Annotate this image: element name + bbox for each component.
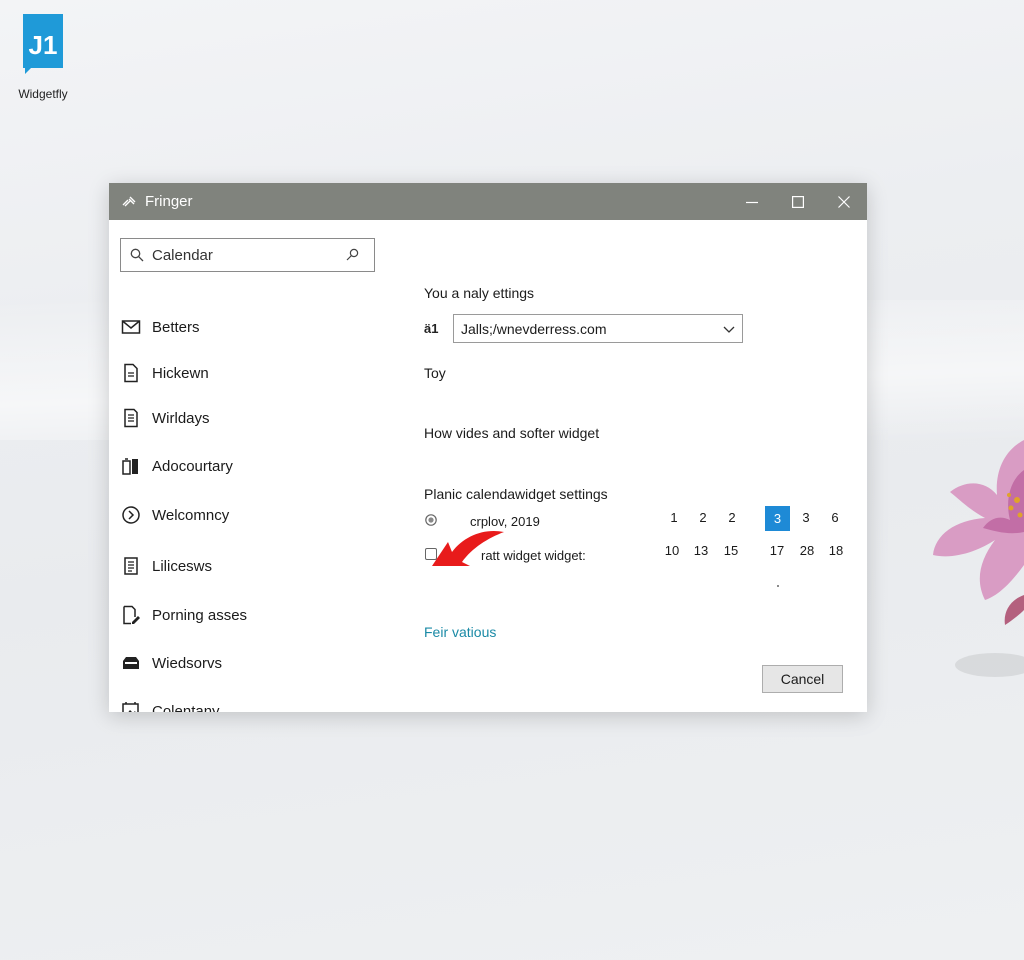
sidebar-item-label: Colentany [152,702,220,713]
close-button[interactable] [821,183,867,220]
url-dropdown-value: Jalls;/wnevderress.com [461,320,607,337]
calendar-day[interactable]: 28 [795,539,819,563]
sidebar-item-label: Wiedsorvs [152,654,223,672]
calendar-day[interactable]: 3 [794,506,818,530]
search-input[interactable] [152,246,342,264]
battery-icon [122,458,138,475]
sidebar: Betters Hickewn Wirldays Adocourtary [109,220,389,712]
toolbox-icon [123,657,139,669]
sidebar-item-label: Adocourtary [152,457,233,475]
mail-icon [121,320,141,334]
search-icon [130,248,144,262]
settings-content: You a naly ettings ä1 Jalls;/wnevderress… [424,220,867,712]
chevron-down-icon [723,326,735,333]
calendar-day[interactable]: 17 [765,539,789,563]
notepad-icon [124,557,138,575]
calendar-day[interactable]: 15 [719,539,743,563]
flower-decoration [933,440,1024,677]
sidebar-item-label: Betters [152,318,200,336]
sidebar-item-adocourtary[interactable]: Adocourtary [121,453,233,479]
circle-arrow-icon [122,506,140,524]
sidebar-item-label: Porning asses [152,606,248,624]
more-options-link[interactable]: Feir vatious [424,624,496,640]
sidebar-item-label: Welcomncy [152,506,230,524]
widgetfly-app-icon: J1 [23,14,63,74]
close-icon [838,195,850,208]
calendar-day[interactable]: 6 [823,506,847,530]
sidebar-item-wirldays[interactable]: Wirldays [121,405,210,431]
title-bar[interactable]: Fringer [109,183,867,220]
document-icon [124,363,138,383]
document-list-icon [124,408,138,428]
settings-heading: You a naly ettings [424,285,535,301]
sidebar-item-label: Wirldays [152,409,210,427]
minimize-button[interactable] [729,183,775,220]
image-frame-icon [122,702,139,712]
sidebar-item-label: Lilicesws [152,557,213,575]
window-controls [729,183,867,220]
sidebar-item-wiedsorvs[interactable]: Wiedsorvs [121,650,222,676]
edit-document-icon [123,605,140,625]
label-videos-widget: How vides and softer widget [424,425,600,441]
sidebar-item-colentany[interactable]: Colentany [121,698,220,712]
calendar-day[interactable]: 2 [720,506,744,530]
sidebar-item-hickewn[interactable]: Hickewn [121,360,209,386]
maximize-button[interactable] [775,183,821,220]
calendar-section-heading: Planic calendawidget settings [424,486,608,502]
app-icon-glyph: J1 [29,30,58,60]
red-pointer-arrow-icon [432,530,504,566]
sidebar-item-welcomncy[interactable]: Welcomncy [121,502,229,528]
calendar-day[interactable]: 1 [662,506,686,530]
calendar-marker-dot [777,585,779,587]
desktop-app-icon[interactable]: J1 Widgetfly [8,14,78,101]
sidebar-item-porning-asses[interactable]: Porning asses [121,602,247,628]
url-field-label: ä1 [424,321,439,336]
maximize-icon [792,195,804,208]
label-top: Toy [424,365,446,381]
sidebar-item-betters[interactable]: Betters [121,314,200,340]
app-logo-icon [122,196,136,206]
window-title: Fringer [145,193,193,210]
url-dropdown[interactable]: Jalls;/wnevderress.com [453,314,743,343]
calendar-day[interactable]: 13 [689,539,713,563]
minimize-icon [746,201,758,203]
desktop-icon-label: Widgetfly [18,87,68,101]
calendar-day[interactable]: 2 [691,506,715,530]
search-submit-icon[interactable] [344,247,360,263]
settings-window: Fringer Calendar Betters Hickewn Wirlday… [109,183,867,712]
cancel-button[interactable]: Cancel [762,665,843,693]
calendar-day-selected[interactable]: 3 [765,506,790,531]
sidebar-item-lilicesws[interactable]: Lilicesws [121,553,212,579]
calendar-day[interactable]: 10 [660,539,684,563]
search-box[interactable] [120,238,375,272]
sidebar-item-label: Hickewn [152,364,209,382]
calendar-day[interactable]: 18 [824,539,848,563]
